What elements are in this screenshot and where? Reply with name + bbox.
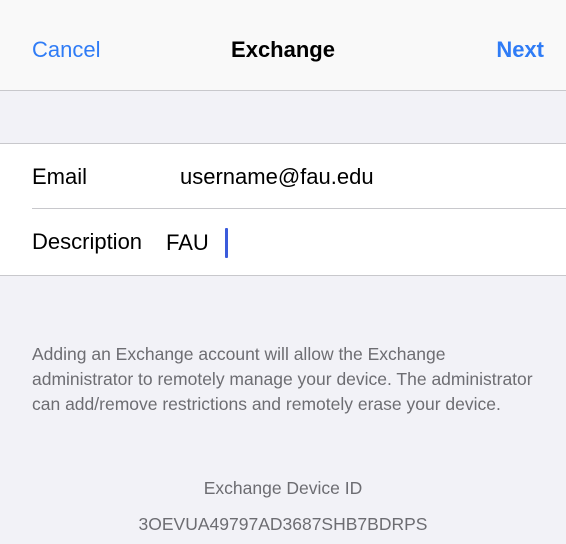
device-id-value: 3OEVUA49797AD3687SHB7BDRPS bbox=[138, 514, 428, 534]
description-field[interactable] bbox=[166, 226, 550, 260]
email-row[interactable]: Email bbox=[0, 144, 566, 209]
account-form: Email Description bbox=[0, 143, 566, 276]
email-field[interactable] bbox=[180, 160, 550, 194]
device-id-label: Exchange Device ID bbox=[203, 478, 363, 498]
navigation-bar: Exchange Cancel Next bbox=[0, 0, 566, 91]
description-row[interactable]: Description bbox=[0, 209, 566, 275]
description-label: Description bbox=[32, 229, 143, 254]
cancel-button[interactable]: Cancel bbox=[32, 36, 100, 64]
next-button[interactable]: Next bbox=[496, 36, 544, 64]
exchange-account-screen: Exchange Cancel Next Email Description A… bbox=[0, 0, 566, 544]
text-cursor bbox=[225, 228, 228, 258]
exchange-management-note: Adding an Exchange account will allow th… bbox=[32, 344, 533, 414]
email-label: Email bbox=[32, 164, 88, 189]
